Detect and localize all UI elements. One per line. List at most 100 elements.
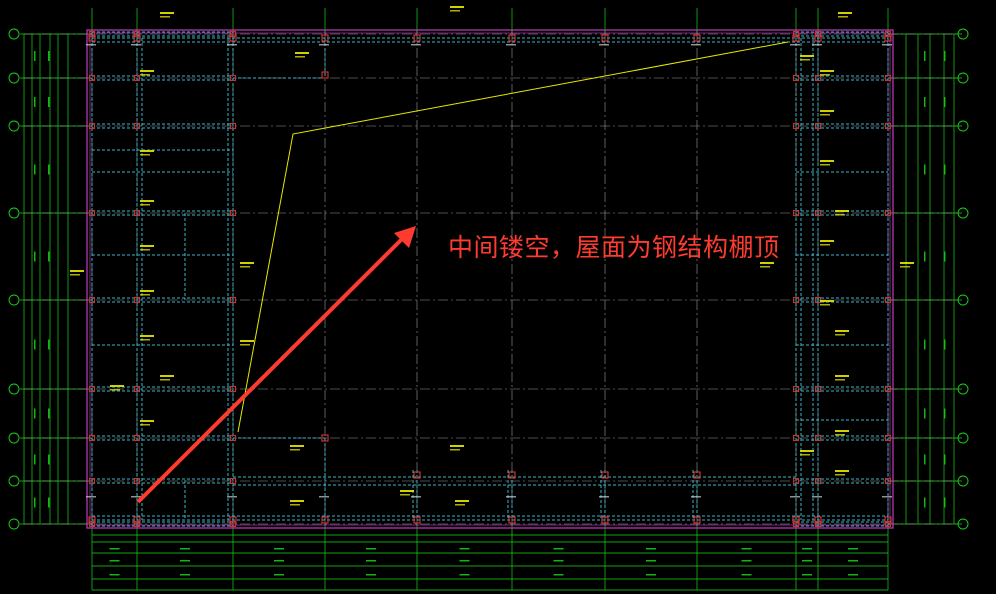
dimension-text (180, 548, 190, 550)
dimension-text (882, 496, 892, 498)
member-label (835, 434, 845, 436)
member-label (835, 474, 845, 476)
member-label (290, 445, 304, 447)
dimension-text (366, 560, 376, 562)
member-label (838, 16, 848, 18)
dimension-text (109, 560, 120, 562)
dimension-text (790, 44, 800, 46)
member-label (820, 304, 830, 306)
member-label (455, 504, 465, 506)
axis-bubble (8, 207, 20, 219)
dimension-text (34, 454, 36, 465)
member-label (140, 335, 154, 337)
axis-bubble (8, 72, 20, 84)
dimension-text (48, 339, 50, 350)
dimension-text (741, 548, 752, 550)
axis-bubble (8, 518, 20, 530)
inner-boundary (89, 32, 891, 526)
dimension-text (741, 560, 752, 562)
axis-bubble (8, 475, 20, 487)
dimension-text (553, 574, 564, 576)
member-label (820, 114, 830, 116)
member-label (240, 344, 250, 346)
member-label (800, 454, 810, 456)
dimension-text (48, 251, 50, 262)
member-label (140, 200, 154, 202)
member-label (240, 266, 250, 268)
member-label (820, 160, 834, 162)
dimension-text (131, 44, 141, 46)
dimension-text (646, 560, 656, 562)
dimension-text (944, 339, 946, 350)
dimension-text (411, 44, 421, 46)
member-label (70, 274, 80, 276)
dimension-text (48, 51, 50, 61)
dimension-text (691, 496, 701, 498)
dimension-text (924, 339, 926, 350)
dimension-text (944, 97, 946, 107)
dimension-text (741, 574, 752, 576)
axis-bubble (8, 432, 20, 444)
dimension-text (48, 408, 50, 419)
beam-layout (91, 31, 889, 527)
member-label (820, 110, 834, 112)
axis-bubble (8, 28, 20, 40)
member-label (160, 16, 170, 18)
axis-bubble (8, 294, 20, 306)
member-label (140, 294, 150, 296)
member-label (900, 266, 910, 268)
dimension-text (48, 497, 50, 508)
building-boundary (86, 29, 894, 529)
member-label (140, 424, 150, 426)
member-label (820, 74, 830, 76)
member-label (835, 214, 845, 216)
dimension-text (924, 164, 926, 175)
dimension-text (848, 574, 858, 576)
dimension-text (944, 497, 946, 508)
member-label (140, 154, 150, 156)
dimension-text (86, 44, 96, 46)
member-label (160, 379, 170, 381)
member-label (835, 470, 849, 472)
member-label (835, 330, 849, 332)
member-labels (34, 6, 946, 576)
dimension-text (319, 44, 329, 46)
dimension-text (109, 548, 120, 550)
dimension-text (802, 548, 812, 550)
member-label (835, 334, 845, 336)
member-label (70, 270, 84, 272)
dimension-text (227, 496, 237, 498)
member-label (140, 420, 154, 422)
member-label (290, 449, 300, 451)
member-label (140, 70, 154, 72)
member-label (450, 449, 460, 451)
member-label (140, 74, 150, 76)
axis-bubble (8, 120, 20, 132)
dimension-text (802, 560, 812, 562)
dimension-text (180, 574, 190, 576)
dimension-text (924, 51, 926, 61)
member-label (290, 504, 300, 506)
member-label (140, 150, 154, 152)
dimension-text (944, 51, 946, 61)
member-label (800, 450, 814, 452)
member-label (400, 490, 414, 492)
dimension-text (924, 497, 926, 508)
dimension-text (944, 251, 946, 262)
member-label (140, 245, 154, 247)
structural-plan-drawing (8, 6, 969, 591)
dimension-text (34, 339, 36, 350)
member-label (820, 244, 830, 246)
member-label (110, 385, 124, 387)
dimension-text (48, 97, 50, 107)
member-label (455, 500, 469, 502)
dimension-text (34, 408, 36, 419)
member-label (295, 56, 305, 58)
member-label (835, 375, 849, 377)
dimension-text (691, 44, 701, 46)
dimension-text (812, 44, 822, 46)
dimension-text (646, 574, 656, 576)
member-label (820, 164, 830, 166)
dimension-text (790, 496, 800, 498)
dimension-text (459, 548, 470, 550)
